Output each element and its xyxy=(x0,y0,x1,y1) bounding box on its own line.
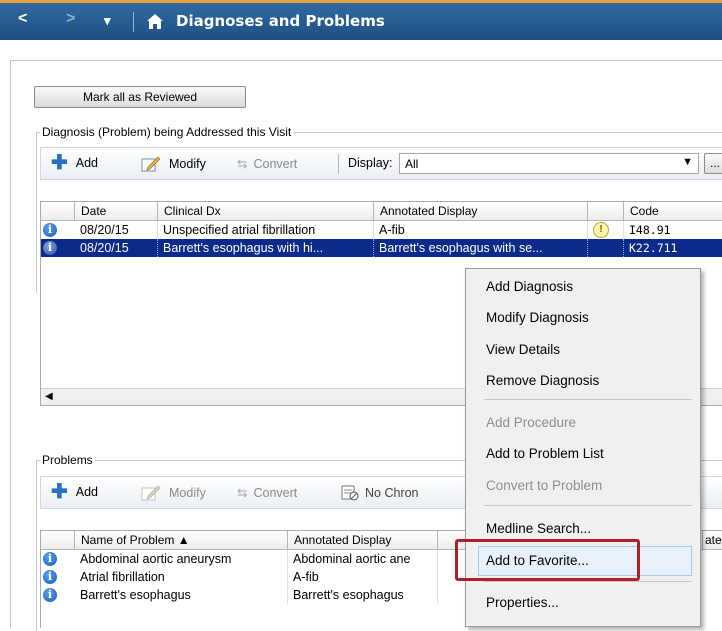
column-header-clinical-dx[interactable]: Clinical Dx xyxy=(158,202,374,221)
column-header-annotated-display[interactable]: Annotated Display xyxy=(288,531,438,550)
menu-separator xyxy=(484,581,692,582)
back-button[interactable]: < xyxy=(18,10,27,28)
diagnosis-group-label: Diagnosis (Problem) being Addressed this… xyxy=(40,125,294,139)
info-icon[interactable]: i xyxy=(43,552,57,566)
info-icon[interactable]: i xyxy=(43,241,57,255)
display-label: Display: xyxy=(348,156,393,170)
title-bar: < > ▾ Diagnoses and Problems xyxy=(0,0,722,40)
column-header-date[interactable]: Date xyxy=(75,202,158,221)
table-header-cell[interactable] xyxy=(41,531,75,550)
row-annotated-display: A-fib xyxy=(288,568,438,586)
warning-icon[interactable]: ! xyxy=(593,222,609,238)
diagnosis-modify-button[interactable]: Modify xyxy=(141,156,206,172)
history-dropdown-button[interactable]: ▾ xyxy=(104,13,111,29)
info-icon[interactable]: i xyxy=(43,570,57,584)
problems-convert-label: Convert xyxy=(253,485,298,500)
problems-modify-button[interactable]: Modify xyxy=(141,485,206,501)
convert-icon: ⇆ xyxy=(237,157,248,171)
row-clinical-dx: Barrett's esophagus with hi... xyxy=(158,239,374,257)
menu-separator xyxy=(484,505,692,506)
row-code: K22.711 xyxy=(624,239,722,257)
menu-item-add-to-problem-list[interactable]: Add to Problem List xyxy=(486,446,604,461)
header-divider xyxy=(133,12,134,32)
info-icon[interactable]: i xyxy=(43,588,57,602)
row-date: 08/20/15 xyxy=(75,239,158,257)
diagnosis-convert-button[interactable]: ⇆ Convert xyxy=(237,156,298,172)
row-problem-name: Abdominal aortic aneurysm xyxy=(75,550,288,568)
problems-add-button[interactable]: ✚ Add xyxy=(51,481,99,503)
menu-item-view-details[interactable]: View Details xyxy=(486,342,560,357)
modify-icon xyxy=(141,156,161,172)
convert-icon: ⇆ xyxy=(237,486,248,500)
menu-item-add-diagnosis[interactable]: Add Diagnosis xyxy=(486,279,573,294)
column-header-name-of-problem[interactable]: Name of Problem ▲ xyxy=(75,531,288,550)
modify-icon xyxy=(141,485,161,501)
table-header-cell[interactable] xyxy=(41,202,75,221)
display-select[interactable]: All ▼ xyxy=(399,153,699,174)
chevron-down-icon: ▼ xyxy=(682,156,693,168)
display-more-button[interactable]: ... xyxy=(704,153,722,174)
home-icon[interactable] xyxy=(146,13,164,30)
menu-item-modify-diagnosis[interactable]: Modify Diagnosis xyxy=(486,310,589,325)
diagnosis-add-button[interactable]: ✚ Add xyxy=(51,152,99,174)
menu-item-remove-diagnosis[interactable]: Remove Diagnosis xyxy=(486,373,599,388)
row-annotated-display: Barrett's esophagus xyxy=(288,586,438,604)
row-flag-cell xyxy=(588,239,624,257)
row-code: I48.91 xyxy=(624,221,722,239)
no-chronic-icon xyxy=(341,485,359,501)
display-select-value: All xyxy=(405,157,419,171)
row-annotated-display: Abdominal aortic ane xyxy=(288,550,438,568)
forward-button[interactable]: > xyxy=(66,10,75,28)
no-chronic-label: No Chron xyxy=(365,486,419,500)
row-clinical-dx: Unspecified atrial fibrillation xyxy=(158,221,374,239)
diagnosis-toolbar: ✚ Add Modify ⇆ Convert Display: All ▼ ..… xyxy=(40,147,722,180)
menu-separator xyxy=(484,399,692,400)
row-flag-cell: ! xyxy=(588,221,624,239)
row-problem-name: Atrial fibrillation xyxy=(75,568,288,586)
page-title: Diagnoses and Problems xyxy=(176,12,385,30)
row-date: 08/20/15 xyxy=(75,221,158,239)
menu-item-medline-search[interactable]: Medline Search... xyxy=(486,521,591,536)
problems-add-label: Add xyxy=(75,485,99,499)
diagnosis-modify-label: Modify xyxy=(169,157,206,171)
scroll-left-icon[interactable]: ◀ xyxy=(45,389,53,405)
table-row-selected[interactable]: i 08/20/15 Barrett's esophagus with hi..… xyxy=(41,239,722,257)
diagnosis-add-label: Add xyxy=(75,156,99,170)
menu-item-convert-to-problem[interactable]: Convert to Problem xyxy=(486,478,602,493)
problems-group-label: Problems xyxy=(40,453,95,467)
column-header-code[interactable]: Code xyxy=(624,202,722,221)
highlight-box xyxy=(455,539,640,581)
row-annotated-display: A-fib xyxy=(374,221,588,239)
diagnosis-convert-label: Convert xyxy=(253,156,298,171)
table-header-cell[interactable] xyxy=(588,202,624,221)
column-header-date[interactable]: ate xyxy=(703,531,722,550)
row-problem-name: Barrett's esophagus xyxy=(75,586,288,604)
info-icon[interactable]: i xyxy=(43,223,57,237)
menu-item-add-procedure[interactable]: Add Procedure xyxy=(486,415,576,430)
mark-all-reviewed-button[interactable]: Mark all as Reviewed xyxy=(34,86,246,108)
add-icon: ✚ xyxy=(51,152,68,174)
no-chronic-button[interactable]: No Chron xyxy=(341,485,419,501)
row-annotated-display: Barrett's esophagus with se... xyxy=(374,239,588,257)
menu-item-properties[interactable]: Properties... xyxy=(486,595,559,610)
problems-convert-button[interactable]: ⇆ Convert xyxy=(237,485,298,501)
toolbar-divider xyxy=(338,154,339,174)
problems-modify-label: Modify xyxy=(169,486,206,500)
table-row[interactable]: i 08/20/15 Unspecified atrial fibrillati… xyxy=(41,221,722,239)
add-icon: ✚ xyxy=(51,481,68,503)
column-header-annotated-display[interactable]: Annotated Display xyxy=(374,202,588,221)
